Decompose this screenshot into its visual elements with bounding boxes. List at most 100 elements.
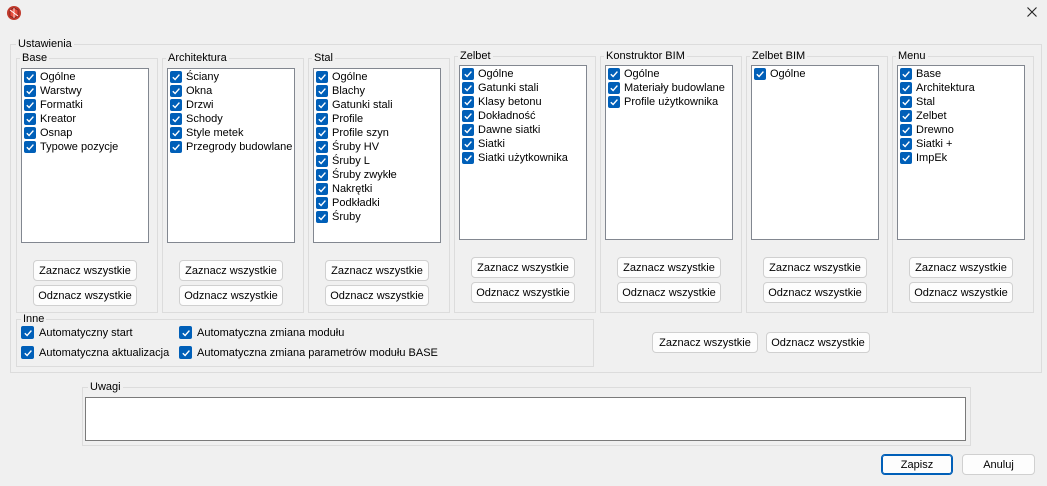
select-all-button-konstruktor-bim[interactable]: Zaznacz wszystkie: [617, 257, 721, 278]
checklist-item[interactable]: Siatki użytkownika: [462, 151, 586, 165]
auto-base-params-label: Automatyczna zmiana parametrów modułu BA…: [197, 346, 438, 359]
checklist-menu[interactable]: Base Architektura Stal Zelbet Drewno Siatki +…: [897, 65, 1025, 240]
checklist-item[interactable]: Gatunki stali: [316, 98, 440, 112]
checklist-item[interactable]: Nakrętki: [316, 182, 440, 196]
checklist-item[interactable]: Ogólne: [462, 67, 586, 81]
checklist-item[interactable]: Profile: [316, 112, 440, 126]
checkbox-checked-icon: [316, 169, 328, 181]
group-title-zelbet: Zelbet: [458, 50, 493, 62]
checkbox-checked-icon: [21, 346, 34, 359]
checklist-stal[interactable]: Ogólne Blachy Gatunki stali Profile Profile …: [313, 68, 441, 243]
checklist-item-label: Zelbet: [916, 110, 947, 122]
auto-module-change-checkbox[interactable]: Automatyczna zmiana modułu: [179, 326, 344, 339]
select-all-button-menu[interactable]: Zaznacz wszystkie: [909, 257, 1013, 278]
checklist-zelbet[interactable]: Ogólne Gatunki stali Klasy betonu Dokładnoś…: [459, 65, 587, 240]
checklist-item[interactable]: Stal: [900, 95, 1024, 109]
checklist-item[interactable]: Zelbet: [900, 109, 1024, 123]
checklist-konstruktor-bim[interactable]: Ogólne Materiały budowlane Profile użytkow…: [605, 65, 733, 240]
checkbox-checked-icon: [608, 96, 620, 108]
checklist-item[interactable]: Osnap: [24, 126, 148, 140]
checklist-item[interactable]: Schody: [170, 112, 294, 126]
select-all-button-stal[interactable]: Zaznacz wszystkie: [325, 260, 429, 281]
checklist-item[interactable]: Śruby: [316, 210, 440, 224]
checkbox-checked-icon: [170, 71, 182, 83]
checkbox-checked-icon: [900, 96, 912, 108]
auto-base-params-checkbox[interactable]: Automatyczna zmiana parametrów modułu BA…: [179, 346, 438, 359]
checklist-item[interactable]: Base: [900, 67, 1024, 81]
checklist-item[interactable]: Style metek: [170, 126, 294, 140]
checklist-item-label: Śruby L: [332, 155, 370, 167]
select-all-button-zelbet-bim[interactable]: Zaznacz wszystkie: [763, 257, 867, 278]
deselect-all-button-menu[interactable]: Odznacz wszystkie: [909, 282, 1013, 303]
checkbox-checked-icon: [462, 124, 474, 136]
checklist-item-label: Ogólne: [624, 68, 660, 80]
checklist-item[interactable]: Kreator: [24, 112, 148, 126]
checklist-item[interactable]: Profile użytkownika: [608, 95, 732, 109]
checklist-item[interactable]: Blachy: [316, 84, 440, 98]
checklist-item[interactable]: Przegrody budowlane: [170, 140, 294, 154]
checklist-item[interactable]: Gatunki stali: [462, 81, 586, 95]
checklist-architektura[interactable]: Ściany Okna Drzwi Schody Style metek Przegrod…: [167, 68, 295, 243]
checklist-item-label: Formatki: [40, 99, 83, 111]
checklist-item[interactable]: Profile szyn: [316, 126, 440, 140]
auto-module-change-label: Automatyczna zmiana modułu: [197, 326, 345, 339]
deselect-all-button-zelbet[interactable]: Odznacz wszystkie: [471, 282, 575, 303]
deselect-all-button-konstruktor-bim[interactable]: Odznacz wszystkie: [617, 282, 721, 303]
checklist-item[interactable]: Dokładność: [462, 109, 586, 123]
select-all-button-architektura[interactable]: Zaznacz wszystkie: [179, 260, 283, 281]
checklist-item[interactable]: Typowe pozycje: [24, 140, 148, 154]
checkbox-checked-icon: [24, 141, 36, 153]
checklist-item[interactable]: Ogólne: [608, 67, 732, 81]
close-icon: [1027, 6, 1037, 20]
checklist-item[interactable]: Drewno: [900, 123, 1024, 137]
auto-start-checkbox[interactable]: Automatyczny start: [21, 326, 133, 339]
deselect-all-button-architektura[interactable]: Odznacz wszystkie: [179, 285, 283, 306]
save-button[interactable]: Zapisz: [881, 454, 953, 475]
select-all-button-zelbet[interactable]: Zaznacz wszystkie: [471, 257, 575, 278]
checkbox-checked-icon: [170, 113, 182, 125]
checklist-item[interactable]: Drzwi: [170, 98, 294, 112]
checklist-item[interactable]: Okna: [170, 84, 294, 98]
global-deselect-all-button[interactable]: Odznacz wszystkie: [766, 332, 870, 353]
notes-textarea[interactable]: [85, 397, 966, 441]
checklist-item-label: Siatki: [478, 138, 505, 150]
checklist-item[interactable]: Śruby L: [316, 154, 440, 168]
checklist-item[interactable]: Siatki: [462, 137, 586, 151]
select-all-button-base[interactable]: Zaznacz wszystkie: [33, 260, 137, 281]
checkbox-checked-icon: [24, 127, 36, 139]
checklist-item[interactable]: Ściany: [170, 70, 294, 84]
checkbox-checked-icon: [316, 71, 328, 83]
cancel-button[interactable]: Anuluj: [962, 454, 1035, 475]
checkbox-checked-icon: [462, 152, 474, 164]
checklist-item[interactable]: Śruby HV: [316, 140, 440, 154]
deselect-all-button-base[interactable]: Odznacz wszystkie: [33, 285, 137, 306]
checklist-item[interactable]: Architektura: [900, 81, 1024, 95]
checklist-zelbet-bim[interactable]: Ogólne: [751, 65, 879, 240]
checklist-item-label: Architektura: [916, 82, 975, 94]
checkbox-checked-icon: [900, 124, 912, 136]
checklist-item[interactable]: Siatki +: [900, 137, 1024, 151]
checklist-item[interactable]: Ogólne: [316, 70, 440, 84]
checklist-item-label: Ogólne: [770, 68, 806, 80]
global-select-all-button[interactable]: Zaznacz wszystkie: [652, 332, 758, 353]
checklist-item[interactable]: Śruby zwykłe: [316, 168, 440, 182]
checkbox-checked-icon: [900, 82, 912, 94]
checklist-item[interactable]: Klasy betonu: [462, 95, 586, 109]
checklist-base[interactable]: Ogólne Warstwy Formatki Kreator Osnap Typowe …: [21, 68, 149, 243]
checklist-item[interactable]: Podkładki: [316, 196, 440, 210]
checklist-item[interactable]: Dawne siatki: [462, 123, 586, 137]
checklist-item[interactable]: Ogólne: [24, 70, 148, 84]
checklist-item-label: Dawne siatki: [478, 124, 541, 136]
close-button[interactable]: [1018, 0, 1046, 26]
deselect-all-button-zelbet-bim[interactable]: Odznacz wszystkie: [763, 282, 867, 303]
checklist-item[interactable]: Formatki: [24, 98, 148, 112]
checklist-item[interactable]: Ogólne: [754, 67, 878, 81]
checklist-item-label: Typowe pozycje: [40, 141, 119, 153]
deselect-all-button-stal[interactable]: Odznacz wszystkie: [325, 285, 429, 306]
checklist-item[interactable]: ImpEk: [900, 151, 1024, 165]
checklist-item-label: Stal: [916, 96, 935, 108]
checkbox-checked-icon: [900, 110, 912, 122]
checklist-item[interactable]: Warstwy: [24, 84, 148, 98]
auto-update-checkbox[interactable]: Automatyczna aktualizacja: [21, 346, 169, 359]
checklist-item[interactable]: Materiały budowlane: [608, 81, 732, 95]
